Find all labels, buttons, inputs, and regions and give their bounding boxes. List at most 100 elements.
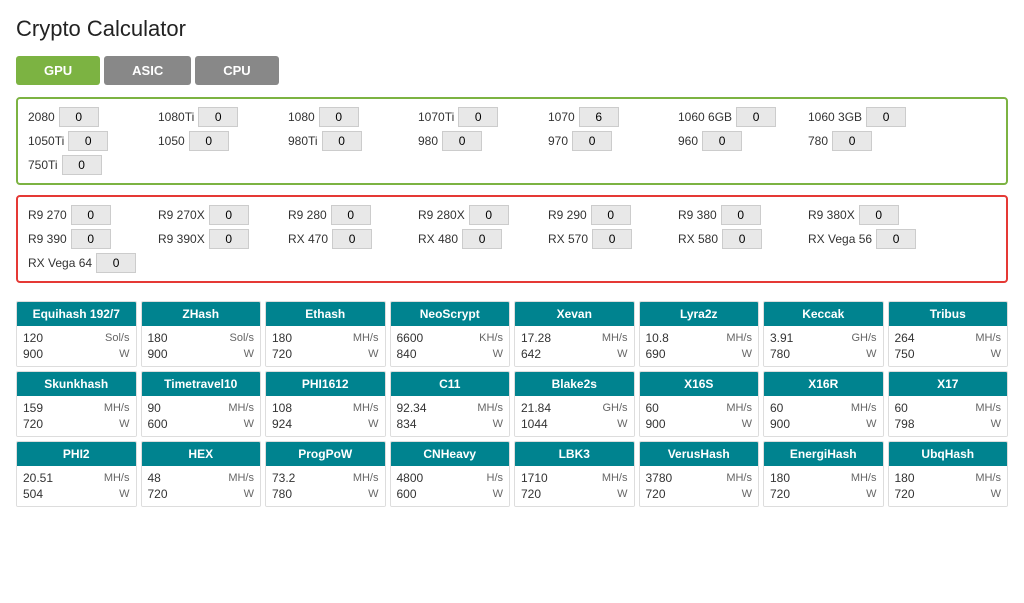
algo-name: Xevan bbox=[515, 302, 634, 326]
gpu-label: 750Ti bbox=[28, 158, 58, 172]
gpu-label: R9 280X bbox=[418, 208, 465, 222]
algo-power-val: 690 bbox=[646, 347, 666, 361]
algo-power-unit: W bbox=[244, 418, 254, 430]
gpu-item: 1070 bbox=[548, 107, 678, 127]
algo-speed-val: 4800 bbox=[397, 471, 424, 485]
gpu-input[interactable] bbox=[442, 131, 482, 151]
algo-speed-row: 17.28 MH/s bbox=[521, 331, 628, 345]
gpu-label: R9 380X bbox=[808, 208, 855, 222]
gpu-input[interactable] bbox=[591, 205, 631, 225]
gpu-input[interactable] bbox=[71, 229, 111, 249]
algo-card: Ethash 180 MH/s 720 W bbox=[265, 301, 386, 367]
algo-power-unit: W bbox=[368, 488, 378, 500]
algo-name: PHI1612 bbox=[266, 372, 385, 396]
gpu-input[interactable] bbox=[189, 131, 229, 151]
gpu-input[interactable] bbox=[572, 131, 612, 151]
gpu-input[interactable] bbox=[198, 107, 238, 127]
gpu-item: 1080 bbox=[288, 107, 418, 127]
gpu-input[interactable] bbox=[332, 229, 372, 249]
algo-card: Xevan 17.28 MH/s 642 W bbox=[514, 301, 635, 367]
gpu-input[interactable] bbox=[322, 131, 362, 151]
gpu-input[interactable] bbox=[876, 229, 916, 249]
gpu-input[interactable] bbox=[469, 205, 509, 225]
algo-body: 180 MH/s 720 W bbox=[764, 466, 883, 506]
gpu-input[interactable] bbox=[68, 131, 108, 151]
algo-power-row: 720 W bbox=[646, 487, 753, 501]
algo-power-val: 900 bbox=[770, 417, 790, 431]
gpu-item: 2080 bbox=[28, 107, 158, 127]
gpu-input[interactable] bbox=[832, 131, 872, 151]
algo-body: 3780 MH/s 720 W bbox=[640, 466, 759, 506]
gpu-input[interactable] bbox=[62, 155, 102, 175]
gpu-input[interactable] bbox=[331, 205, 371, 225]
algo-speed-unit: MH/s bbox=[975, 402, 1001, 414]
algo-speed-unit: MH/s bbox=[353, 472, 379, 484]
algo-speed-unit: Sol/s bbox=[230, 332, 254, 344]
algo-power-unit: W bbox=[119, 488, 129, 500]
gpu-input[interactable] bbox=[736, 107, 776, 127]
gpu-label: 1080 bbox=[288, 110, 315, 124]
algo-body: 6600 KH/s 840 W bbox=[391, 326, 510, 366]
amd-row-1: R9 390 R9 390X RX 470 RX 480 RX 570 RX 5… bbox=[28, 229, 996, 249]
algo-power-unit: W bbox=[493, 348, 503, 360]
nvidia-row-0: 2080 1080Ti 1080 1070Ti 1070 1060 6GB 10… bbox=[28, 107, 996, 127]
tab-cpu[interactable]: CPU bbox=[195, 56, 278, 85]
gpu-label: 2080 bbox=[28, 110, 55, 124]
algo-body: 10.8 MH/s 690 W bbox=[640, 326, 759, 366]
gpu-input[interactable] bbox=[866, 107, 906, 127]
algo-speed-val: 180 bbox=[148, 331, 168, 345]
gpu-input[interactable] bbox=[462, 229, 502, 249]
amd-gpu-section: R9 270 R9 270X R9 280 R9 280X R9 290 R9 … bbox=[16, 195, 1008, 283]
algo-power-row: 900 W bbox=[23, 347, 130, 361]
algo-name: Ethash bbox=[266, 302, 385, 326]
algo-card: VerusHash 3780 MH/s 720 W bbox=[639, 441, 760, 507]
algo-power-unit: W bbox=[244, 348, 254, 360]
gpu-input[interactable] bbox=[458, 107, 498, 127]
algo-power-row: 600 W bbox=[397, 487, 504, 501]
algo-power-unit: W bbox=[368, 348, 378, 360]
algo-power-unit: W bbox=[991, 418, 1001, 430]
gpu-item: R9 380 bbox=[678, 205, 808, 225]
algo-card: ZHash 180 Sol/s 900 W bbox=[141, 301, 262, 367]
nvidia-gpu-section: 2080 1080Ti 1080 1070Ti 1070 1060 6GB 10… bbox=[16, 97, 1008, 185]
gpu-input[interactable] bbox=[722, 229, 762, 249]
gpu-label: RX Vega 64 bbox=[28, 256, 92, 270]
algo-body: 264 MH/s 750 W bbox=[889, 326, 1008, 366]
page-title: Crypto Calculator bbox=[16, 16, 1008, 42]
tab-gpu[interactable]: GPU bbox=[16, 56, 100, 85]
gpu-input[interactable] bbox=[721, 205, 761, 225]
algo-power-unit: W bbox=[119, 418, 129, 430]
gpu-label: R9 280 bbox=[288, 208, 327, 222]
gpu-item: 960 bbox=[678, 131, 808, 151]
algo-name: PHI2 bbox=[17, 442, 136, 466]
algo-speed-row: 3.91 GH/s bbox=[770, 331, 877, 345]
algo-speed-unit: MH/s bbox=[975, 472, 1001, 484]
gpu-label: RX 570 bbox=[548, 232, 588, 246]
tab-asic[interactable]: ASIC bbox=[104, 56, 191, 85]
algo-speed-row: 180 MH/s bbox=[770, 471, 877, 485]
gpu-input[interactable] bbox=[96, 253, 136, 273]
algo-speed-unit: MH/s bbox=[602, 472, 628, 484]
gpu-input[interactable] bbox=[209, 229, 249, 249]
gpu-input[interactable] bbox=[71, 205, 111, 225]
gpu-input[interactable] bbox=[319, 107, 359, 127]
gpu-label: 1050Ti bbox=[28, 134, 64, 148]
algo-power-row: 924 W bbox=[272, 417, 379, 431]
algo-power-val: 720 bbox=[521, 487, 541, 501]
gpu-input[interactable] bbox=[859, 205, 899, 225]
algo-speed-unit: MH/s bbox=[477, 402, 503, 414]
gpu-label: 1060 3GB bbox=[808, 110, 862, 124]
gpu-input[interactable] bbox=[702, 131, 742, 151]
algo-name: VerusHash bbox=[640, 442, 759, 466]
algo-speed-val: 180 bbox=[895, 471, 915, 485]
algo-card: NeoScrypt 6600 KH/s 840 W bbox=[390, 301, 511, 367]
algo-name: LBK3 bbox=[515, 442, 634, 466]
gpu-input[interactable] bbox=[579, 107, 619, 127]
amd-row-0: R9 270 R9 270X R9 280 R9 280X R9 290 R9 … bbox=[28, 205, 996, 225]
algo-body: 60 MH/s 900 W bbox=[764, 396, 883, 436]
algo-speed-row: 264 MH/s bbox=[895, 331, 1002, 345]
gpu-input[interactable] bbox=[209, 205, 249, 225]
gpu-input[interactable] bbox=[592, 229, 632, 249]
gpu-input[interactable] bbox=[59, 107, 99, 127]
algo-speed-val: 1710 bbox=[521, 471, 548, 485]
